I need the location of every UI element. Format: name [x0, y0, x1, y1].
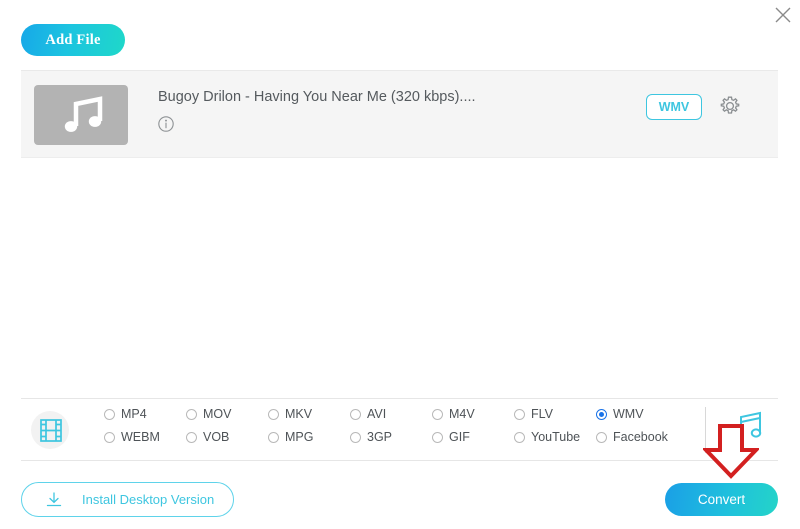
radio-wmv[interactable]: [596, 409, 607, 420]
radio-flv[interactable]: [514, 409, 525, 420]
radio-mkv[interactable]: [268, 409, 279, 420]
format-option-webm[interactable]: WEBM: [104, 430, 160, 444]
info-icon: [157, 115, 175, 133]
radio-webm[interactable]: [104, 432, 115, 443]
music-note-icon: [60, 96, 104, 134]
radio-vob[interactable]: [186, 432, 197, 443]
radio-gif[interactable]: [432, 432, 443, 443]
file-name-label: Bugoy Drilon - Having You Near Me (320 k…: [158, 89, 476, 105]
file-list-item[interactable]: Bugoy Drilon - Having You Near Me (320 k…: [21, 70, 778, 158]
format-option-wmv[interactable]: WMV: [596, 407, 644, 421]
radio-mp4[interactable]: [104, 409, 115, 420]
radio-m4v[interactable]: [432, 409, 443, 420]
radio-youtube[interactable]: [514, 432, 525, 443]
format-bar-divider: [705, 407, 706, 453]
format-option-3gp[interactable]: 3GP: [350, 430, 392, 444]
file-thumbnail: [34, 85, 128, 145]
format-option-facebook[interactable]: Facebook: [596, 430, 668, 444]
format-option-gif[interactable]: GIF: [432, 430, 470, 444]
format-options-grid: MP4 MOV MKV AVI M4V FLV WMV WEBM VOB MPG…: [104, 407, 684, 453]
music-note-icon: [729, 409, 765, 449]
format-option-avi[interactable]: AVI: [350, 407, 386, 421]
download-icon: [44, 490, 64, 510]
format-option-flv[interactable]: FLV: [514, 407, 553, 421]
film-strip-icon: [40, 419, 62, 442]
radio-mov[interactable]: [186, 409, 197, 420]
format-option-m4v[interactable]: M4V: [432, 407, 475, 421]
file-info-icon[interactable]: [157, 115, 175, 133]
file-output-format-button[interactable]: WMV: [646, 94, 702, 120]
audio-category-icon-wrap[interactable]: [729, 409, 765, 454]
radio-avi[interactable]: [350, 409, 361, 420]
format-options-row-2: WEBM VOB MPG 3GP GIF YouTube Facebook: [104, 430, 684, 453]
add-file-button[interactable]: Add File: [21, 24, 125, 56]
format-option-mpg[interactable]: MPG: [268, 430, 313, 444]
install-desktop-version-button[interactable]: Install Desktop Version: [21, 482, 234, 517]
radio-mpg[interactable]: [268, 432, 279, 443]
gear-icon: [717, 93, 743, 119]
format-options-row-1: MP4 MOV MKV AVI M4V FLV WMV: [104, 407, 684, 430]
format-option-youtube[interactable]: YouTube: [514, 430, 580, 444]
convert-button[interactable]: Convert: [665, 483, 778, 516]
format-option-mkv[interactable]: MKV: [268, 407, 312, 421]
radio-3gp[interactable]: [350, 432, 361, 443]
output-format-bar: MP4 MOV MKV AVI M4V FLV WMV WEBM VOB MPG…: [21, 398, 778, 461]
close-icon: [770, 2, 796, 28]
radio-facebook[interactable]: [596, 432, 607, 443]
video-category-icon-wrap[interactable]: [31, 411, 69, 449]
format-option-mov[interactable]: MOV: [186, 407, 231, 421]
format-option-vob[interactable]: VOB: [186, 430, 229, 444]
format-option-mp4[interactable]: MP4: [104, 407, 147, 421]
close-window-button[interactable]: [770, 2, 796, 28]
file-settings-button[interactable]: [717, 93, 743, 119]
install-desktop-version-label: Install Desktop Version: [82, 492, 214, 507]
